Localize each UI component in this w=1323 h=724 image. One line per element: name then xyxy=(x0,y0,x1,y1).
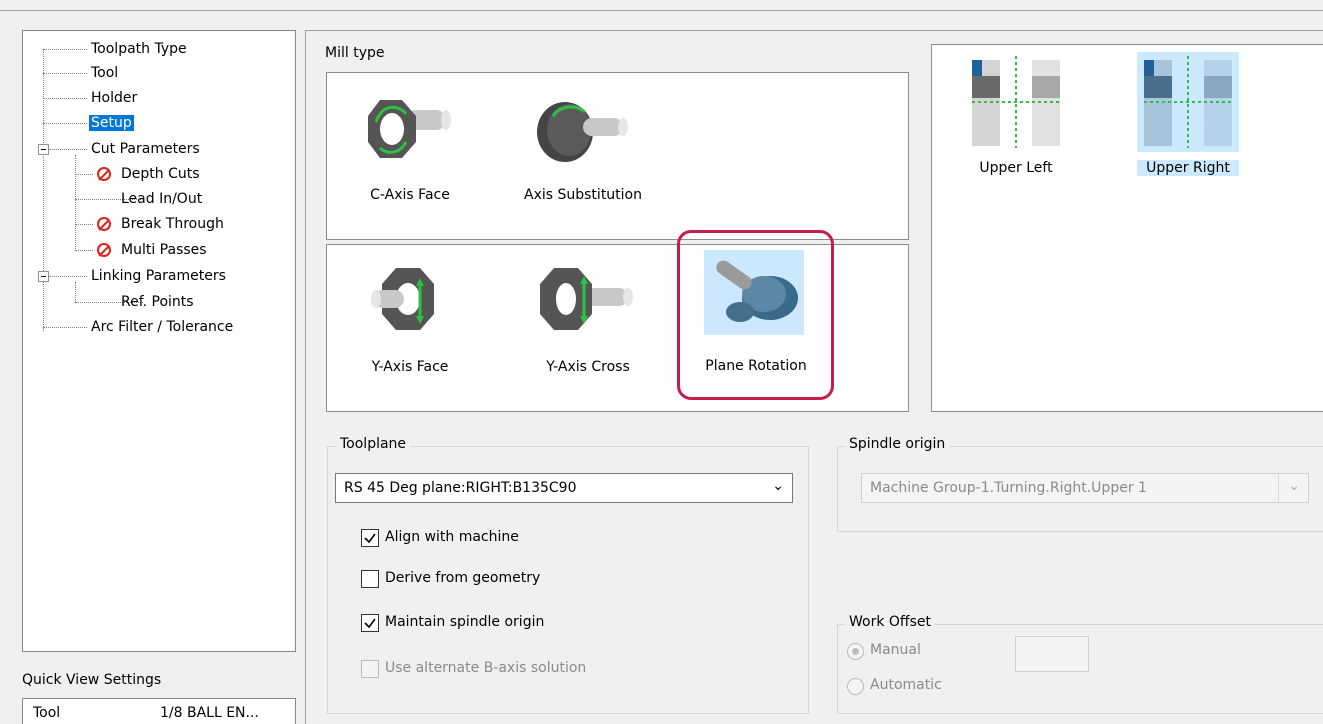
tree-item-label: Toolpath Type xyxy=(91,41,187,57)
tree-line xyxy=(75,224,93,225)
align-with-machine-label: Align with machine xyxy=(385,529,519,545)
tree-item-label: Ref. Points xyxy=(121,294,194,310)
tree-line xyxy=(75,174,93,175)
disabled-icon xyxy=(97,243,111,257)
maintain-spindle-origin-label: Maintain spindle origin xyxy=(385,614,545,630)
derive-from-geometry-label: Derive from geometry xyxy=(385,570,541,586)
tree-line xyxy=(75,155,76,251)
tree-line xyxy=(75,250,93,251)
spindle-origin-title: Spindle origin xyxy=(845,436,950,452)
tree-item-setup[interactable]: Setup xyxy=(89,112,134,134)
spindle-option-label: Upper Right xyxy=(1137,160,1239,176)
checkmark-icon xyxy=(364,533,376,544)
alternate-b-axis-checkbox[interactable] xyxy=(361,660,379,678)
spindle-option-upper-left[interactable]: Upper Left xyxy=(968,52,1064,182)
quick-view-row-label: Tool xyxy=(33,705,61,721)
plane-rotation-highlight xyxy=(677,230,834,400)
tree-item-label: Lead In/Out xyxy=(121,191,203,207)
mill-option-label: Y-Axis Cross xyxy=(546,359,630,375)
c-axis-face-icon xyxy=(368,100,451,158)
checkmark-icon xyxy=(364,618,376,629)
manual-label: Manual xyxy=(870,642,921,658)
mill-option-label: Axis Substitution xyxy=(524,187,642,203)
tree-item-tool[interactable]: Tool xyxy=(91,62,118,84)
tree-line xyxy=(43,123,87,124)
maintain-spindle-origin-checkbox[interactable] xyxy=(361,614,379,632)
work-offset-number-input[interactable] xyxy=(1015,636,1089,672)
toolplane-select[interactable]: RS 45 Deg plane:RIGHT:B135C90 ⌄ xyxy=(335,473,793,503)
spindle-origin-value: Machine Group-1.Turning.Right.Upper 1 xyxy=(870,480,1147,496)
mill-option-axis-substitution[interactable]: Axis Substitution xyxy=(515,92,651,207)
tree-item-label: Linking Parameters xyxy=(91,268,226,284)
tree-line xyxy=(75,282,76,302)
toolplane-title: Toolplane xyxy=(336,436,411,452)
collapse-icon[interactable] xyxy=(38,144,49,155)
toolplane-value: RS 45 Deg plane:RIGHT:B135C90 xyxy=(344,480,577,496)
tree-item-label: Arc Filter / Tolerance xyxy=(91,319,234,335)
disabled-icon xyxy=(97,167,111,181)
tree-line xyxy=(43,49,87,50)
tree-line xyxy=(43,49,44,331)
quick-view-row-value: 1/8 BALL EN... xyxy=(160,705,259,721)
quick-view-title: Quick View Settings xyxy=(22,672,162,688)
spindle-option-upper-right[interactable]: Upper Right xyxy=(1137,52,1239,182)
spindle-option-label: Upper Left xyxy=(979,160,1053,176)
tree-line xyxy=(43,73,87,74)
tree-item-linking-parameters[interactable]: Linking Parameters xyxy=(91,265,226,287)
tree-item-arc-filter[interactable]: Arc Filter / Tolerance xyxy=(91,316,233,338)
manual-radio[interactable] xyxy=(847,643,864,660)
automatic-label: Automatic xyxy=(870,677,942,693)
chevron-down-icon[interactable]: ⌄ xyxy=(772,478,784,494)
tree-line xyxy=(43,327,87,328)
derive-from-geometry-checkbox[interactable] xyxy=(361,570,379,588)
tree-item-label: Depth Cuts xyxy=(121,166,200,182)
collapse-icon[interactable] xyxy=(38,271,49,282)
y-axis-cross-icon xyxy=(540,268,633,330)
y-axis-face-icon xyxy=(371,268,434,330)
tree-item-multi-passes[interactable]: Multi Passes xyxy=(121,239,207,261)
upper-right-icon xyxy=(1144,56,1232,148)
work-offset-title: Work Offset xyxy=(845,614,935,630)
align-with-machine-checkbox[interactable] xyxy=(361,529,379,547)
mill-option-label: C-Axis Face xyxy=(370,187,450,203)
tree-line xyxy=(49,149,87,150)
tree-item-label: Cut Parameters xyxy=(91,141,200,157)
parameter-tree[interactable]: Toolpath Type Tool Holder Setup Cut Para… xyxy=(22,30,296,652)
tree-item-ref-points[interactable]: Ref. Points xyxy=(121,291,194,313)
tree-item-label: Break Through xyxy=(121,216,224,232)
alternate-b-axis-label: Use alternate B-axis solution xyxy=(385,660,587,676)
mill-option-c-axis-face[interactable]: C-Axis Face xyxy=(352,92,468,207)
tree-item-cut-parameters[interactable]: Cut Parameters xyxy=(91,138,200,160)
tree-item-label: Multi Passes xyxy=(121,242,207,258)
mill-option-label: Y-Axis Face xyxy=(371,359,449,375)
tree-item-break-through[interactable]: Break Through xyxy=(121,213,224,235)
tree-item-depth-cuts[interactable]: Depth Cuts xyxy=(121,163,200,185)
tree-item-label: Tool xyxy=(91,65,119,81)
spindle-origin-select[interactable]: Machine Group-1.Turning.Right.Upper 1 ⌄ xyxy=(861,473,1309,503)
tree-item-lead-in-out[interactable]: Lead In/Out xyxy=(121,188,202,210)
upper-left-icon xyxy=(972,56,1060,148)
mill-option-y-axis-cross[interactable]: Y-Axis Cross xyxy=(530,262,646,377)
tree-line xyxy=(49,276,87,277)
mill-type-title: Mill type xyxy=(325,45,385,61)
top-divider xyxy=(0,10,1323,11)
mill-option-y-axis-face[interactable]: Y-Axis Face xyxy=(352,262,468,377)
tree-item-label: Holder xyxy=(91,90,138,106)
tree-item-toolpath-type[interactable]: Toolpath Type xyxy=(91,38,187,60)
tree-line xyxy=(43,98,87,99)
chevron-down-icon[interactable]: ⌄ xyxy=(1288,478,1300,494)
disabled-icon xyxy=(97,217,111,231)
axis-substitution-icon xyxy=(537,102,628,162)
tree-item-holder[interactable]: Holder xyxy=(91,87,137,109)
automatic-radio[interactable] xyxy=(847,678,864,695)
tree-item-label: Setup xyxy=(89,115,134,131)
